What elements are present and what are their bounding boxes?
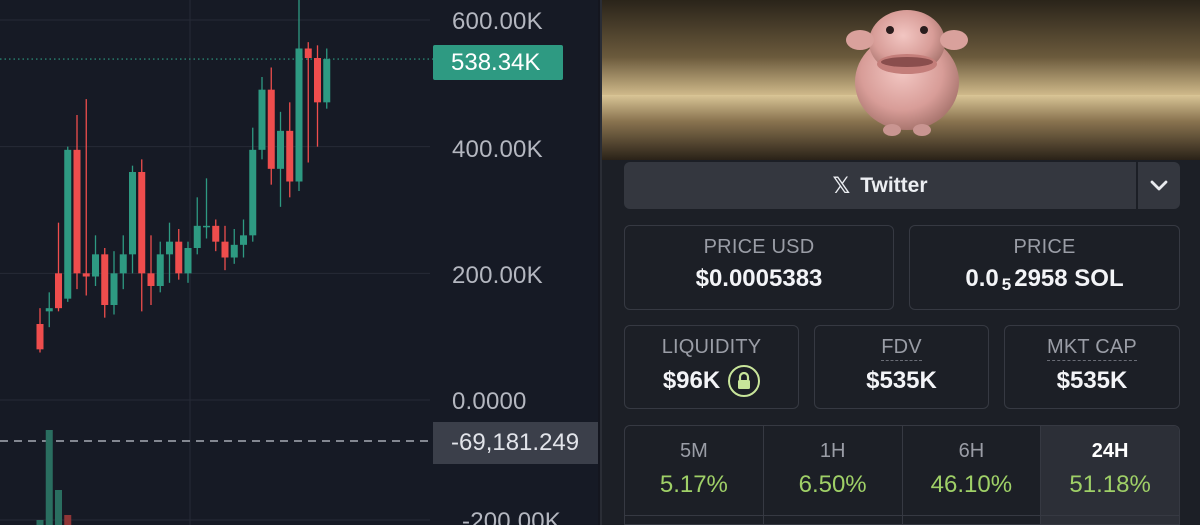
price-native-card: PRICE 0.0 5 2958 SOL — [909, 225, 1180, 310]
price-native-value: 0.0 5 2958 SOL — [910, 265, 1179, 294]
candle-body — [175, 241, 183, 274]
timeframe-label: 5M — [679, 440, 708, 462]
liquidity-value: $96K — [662, 367, 721, 394]
price-usd-value: $0.0005383 — [695, 265, 823, 292]
volume-bar — [45, 430, 53, 525]
timeframe-label: 1H — [819, 440, 846, 462]
y-axis-tick-200k: 200.00K — [452, 262, 543, 289]
candle-body — [147, 273, 155, 286]
price-native-prefix: 0.0 — [965, 265, 999, 292]
candle-body — [110, 273, 118, 305]
lock-icon[interactable] — [728, 365, 761, 397]
candle-body — [240, 235, 247, 245]
candle-body — [203, 225, 210, 228]
candle-body — [73, 149, 81, 274]
price-chart-pane[interactable]: 600.00K 400.00K 200.00K 0.0000 -200.00K … — [0, 0, 598, 525]
timeframe-tab-6h[interactable]: 6H 46.10% — [903, 426, 1042, 524]
y-axis-tick-zero: 0.0000 — [452, 388, 527, 415]
candle-body — [249, 149, 257, 236]
candle-body — [45, 308, 53, 312]
timeframe-change: 5.17% — [659, 471, 728, 498]
timeframe-change: 6.50% — [798, 471, 867, 498]
candle-body — [267, 89, 275, 169]
token-banner-image — [602, 0, 1200, 160]
price-native-zero-count: 5 — [1001, 275, 1012, 294]
candle-body — [212, 225, 220, 242]
candle-body — [193, 225, 201, 248]
timeframe-change: 46.10% — [930, 471, 1013, 498]
timeframe-tab-24h[interactable]: 24H 51.18% — [1041, 426, 1179, 524]
price-native-suffix: 2958 SOL — [1014, 265, 1124, 292]
candle-body — [101, 254, 109, 305]
twitter-label: Twitter — [860, 173, 928, 197]
twitter-link-button[interactable]: 𝕏 Twitter — [624, 162, 1136, 209]
volume-bar — [64, 515, 72, 525]
liquidity-value-row: $96K — [625, 365, 798, 397]
candle-body — [64, 149, 72, 299]
market-cap-value: $535K — [1056, 367, 1128, 394]
candle-body — [166, 241, 173, 255]
y-axis-tick-neg-200k: -200.00K — [462, 508, 562, 525]
token-info-panel: 𝕏 Twitter PRICE USD $0.0005383 PRICE 0.0… — [600, 0, 1200, 525]
liquidity-label: LIQUIDITY — [661, 336, 762, 358]
candle-body — [129, 172, 136, 255]
timeframe-tab-5m[interactable]: 5M 5.17% — [625, 426, 764, 524]
volume-bar — [55, 490, 62, 525]
candle-body — [304, 48, 312, 58]
timeframe-change: 51.18% — [1069, 471, 1151, 498]
candle-body — [184, 248, 192, 274]
candle-body — [295, 48, 303, 182]
fdv-card: FDV $535K — [814, 325, 989, 409]
y-axis-tick-600k: 600.00K — [452, 8, 543, 35]
candle-body — [156, 254, 164, 286]
current-price-badge: 538.34K — [433, 45, 563, 80]
candle-body — [277, 130, 284, 169]
price-usd-card: PRICE USD $0.0005383 — [624, 225, 894, 310]
price-change-timeframes: 5M 5.17% 1H 6.50% 6H 46.10% 24H 51.18% — [624, 425, 1180, 525]
candle-body — [323, 59, 331, 103]
volume-bar — [36, 520, 44, 525]
market-cap-card: MKT CAP $535K — [1004, 325, 1180, 409]
timeframe-label: 24H — [1091, 440, 1129, 462]
candle-body — [286, 130, 294, 182]
x-logo-icon: 𝕏 — [832, 172, 851, 198]
candle-body — [138, 172, 146, 274]
blobfish-mascot-image — [846, 10, 968, 136]
price-native-label: PRICE — [1013, 236, 1076, 258]
y-axis-tick-400k: 400.00K — [452, 136, 543, 163]
timeframe-label: 6H — [958, 440, 985, 462]
socials-dropdown-toggle[interactable] — [1138, 162, 1180, 209]
timeframes-divider — [624, 515, 1180, 525]
candle-body — [55, 273, 62, 309]
candle-body — [230, 244, 238, 258]
timeframe-tab-1h[interactable]: 1H 6.50% — [764, 426, 903, 524]
candle-body — [258, 89, 266, 150]
liquidity-card: LIQUIDITY $96K — [624, 325, 799, 409]
price-usd-label: PRICE USD — [703, 236, 815, 258]
market-cap-label[interactable]: MKT CAP — [1047, 336, 1137, 361]
candle-body — [314, 58, 321, 103]
fdv-label[interactable]: FDV — [881, 336, 922, 361]
candle-body — [36, 324, 44, 350]
candle-body — [221, 241, 229, 258]
candle-body — [119, 254, 127, 274]
candle-body — [82, 273, 90, 277]
candle-body — [92, 254, 99, 277]
chevron-down-icon — [1150, 180, 1168, 190]
fdv-value: $535K — [866, 367, 937, 394]
crosshair-value-badge: -69,181.249 — [433, 422, 598, 464]
